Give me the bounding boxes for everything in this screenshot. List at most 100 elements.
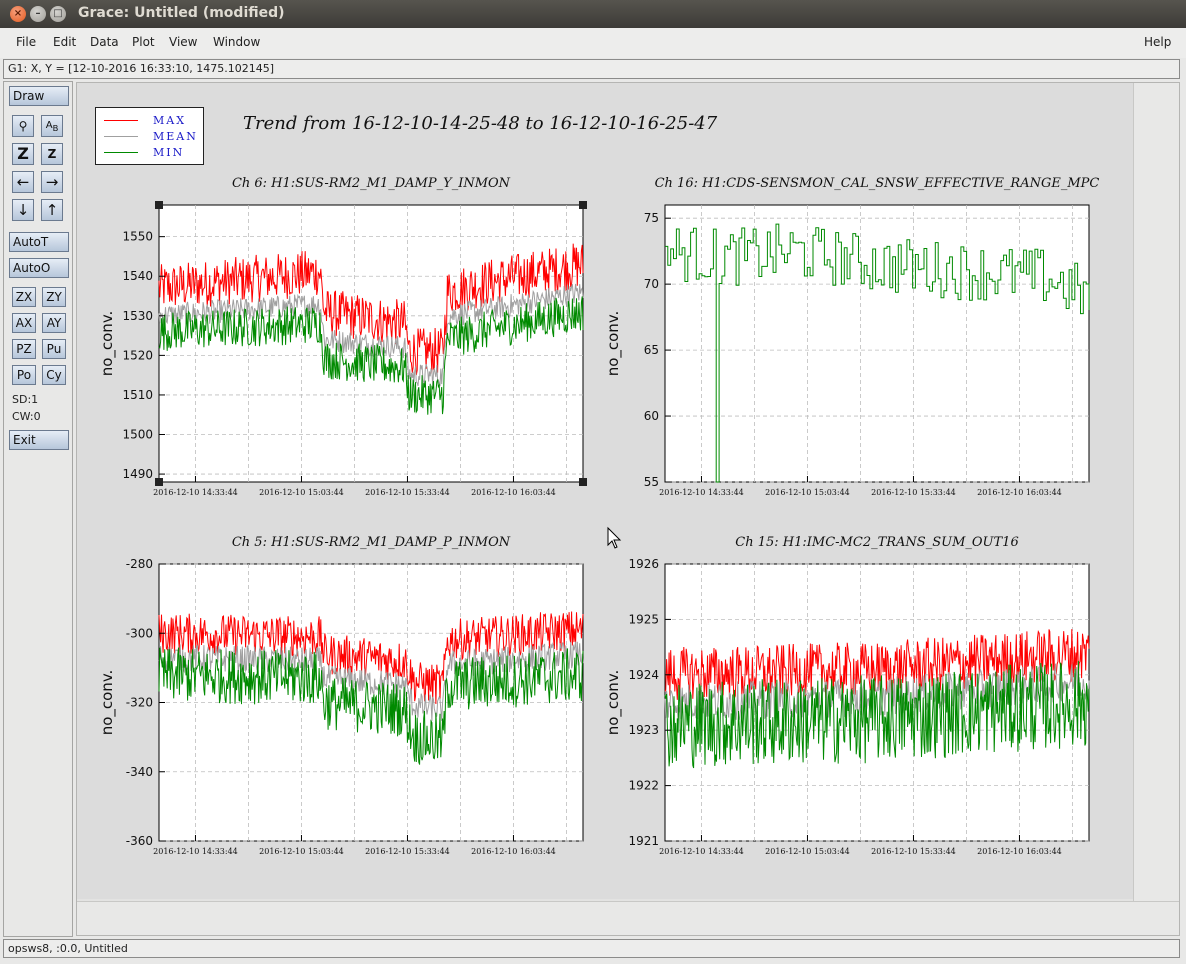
set-display-label: SD:1 xyxy=(12,393,39,406)
horizontal-scrollbar[interactable] xyxy=(77,901,1179,935)
menu-help[interactable]: Help xyxy=(1144,35,1171,49)
po-button[interactable]: Po xyxy=(12,365,36,385)
menu-data[interactable]: Data xyxy=(90,35,119,49)
chart-title: Ch 6: H1:SUS-RM2_M1_DAMP_Y_INMON xyxy=(232,176,511,191)
chart-panel-2: 55 60 65 70 75 2016-12-10 14:33:44 2016-12-10 … xyxy=(604,176,1099,497)
menu-window[interactable]: Window xyxy=(213,35,260,49)
window-title: Grace: Untitled (modified) xyxy=(78,5,285,21)
y-tick-label: -280 xyxy=(126,557,153,571)
y-axis-label: no_conv. xyxy=(604,311,623,377)
tool-panel: Draw ⚲ AB Z Z ← → ↓ ↑ AutoT AutoO ZX ZY … xyxy=(3,81,73,937)
chart-panel-4: 1921 1922 1923 1924 1925 1926 2016-12-10 14:33… xyxy=(604,535,1090,856)
menu-bar: File Edit Data Plot View Window Help xyxy=(0,28,1186,58)
x-tick-label: 2016-12-10 15:03:44 xyxy=(259,847,344,856)
x-tick-label: 2016-12-10 15:33:44 xyxy=(365,847,450,856)
y-tick-label: 55 xyxy=(644,475,659,489)
y-tick-label: 1490 xyxy=(122,467,153,481)
y-tick-label: 1923 xyxy=(628,723,659,737)
selection-handle xyxy=(155,478,163,486)
y-tick-label: 1925 xyxy=(628,612,659,626)
x-tick-label: 2016-12-10 16:03:44 xyxy=(471,488,556,497)
vertical-scrollbar[interactable] xyxy=(1133,83,1179,903)
window-titlebar: × – □ Grace: Untitled (modified) xyxy=(0,0,1186,28)
minimize-icon[interactable]: – xyxy=(30,6,46,22)
x-tick-label: 2016-12-10 16:03:44 xyxy=(471,847,556,856)
y-tick-label: -320 xyxy=(126,696,153,710)
x-tick-label: 2016-12-10 16:03:44 xyxy=(977,488,1062,497)
autoo-button[interactable]: AutoO xyxy=(9,258,69,278)
draw-button[interactable]: Draw xyxy=(9,86,69,106)
pu-button[interactable]: Pu xyxy=(42,339,66,359)
x-tick-label: 2016-12-10 15:03:44 xyxy=(259,488,344,497)
menu-view[interactable]: View xyxy=(169,35,197,49)
x-tick-label: 2016-12-10 14:33:44 xyxy=(153,488,238,497)
arrow-up-icon[interactable]: ↑ xyxy=(41,199,63,221)
selection-handle xyxy=(579,201,587,209)
y-tick-label: 1922 xyxy=(628,779,659,793)
plot-frame xyxy=(664,204,1090,483)
pz-button[interactable]: PZ xyxy=(12,339,36,359)
chart-title: Ch 16: H1:CDS-SENSMON_CAL_SNSW_EFFECTIVE… xyxy=(655,176,1100,191)
y-tick-label: 1924 xyxy=(628,668,659,682)
exit-button[interactable]: Exit xyxy=(9,430,69,450)
coordinate-readout: G1: X, Y = [12-10-2016 16:33:10, 1475.10… xyxy=(3,59,1180,79)
y-tick-label: 1510 xyxy=(122,388,153,402)
y-tick-label: 1926 xyxy=(628,557,659,571)
y-tick-label: 1550 xyxy=(122,230,153,244)
ay-button[interactable]: AY xyxy=(42,313,66,333)
zoom-button[interactable]: Z xyxy=(41,143,63,165)
y-tick-label: 1540 xyxy=(122,269,153,283)
selection-handle xyxy=(155,201,163,209)
zx-button[interactable]: ZX xyxy=(12,287,36,307)
chart-title: Ch 15: H1:IMC-MC2_TRANS_SUM_OUT16 xyxy=(735,535,1018,550)
zy-button[interactable]: ZY xyxy=(42,287,66,307)
menu-edit[interactable]: Edit xyxy=(53,35,76,49)
selection-handle xyxy=(579,478,587,486)
x-tick-label: 2016-12-10 15:03:44 xyxy=(765,488,850,497)
maximize-icon[interactable]: □ xyxy=(50,6,66,22)
y-tick-label: 1500 xyxy=(122,428,153,442)
status-bar: opsws8, :0.0, Untitled xyxy=(3,939,1180,958)
y-tick-label: -360 xyxy=(126,834,153,848)
plot-canvas-area[interactable]: MAX MEAN MIN Trend from 16-12-10-14-25-4… xyxy=(76,82,1180,936)
x-tick-label: 2016-12-10 15:03:44 xyxy=(765,847,850,856)
plot-canvas[interactable]: MAX MEAN MIN Trend from 16-12-10-14-25-4… xyxy=(77,83,1133,899)
menu-file[interactable]: File xyxy=(16,35,36,49)
y-tick-label: -300 xyxy=(126,626,153,640)
autot-button[interactable]: AutoT xyxy=(9,232,69,252)
menu-plot[interactable]: Plot xyxy=(132,35,155,49)
current-world-label: CW:0 xyxy=(12,410,41,423)
close-icon[interactable]: × xyxy=(10,6,26,22)
charts[interactable]: 1490 1500 1510 1520 1530 1540 1550 2016-12-10 1… xyxy=(77,83,1133,899)
y-tick-label: 60 xyxy=(644,409,659,423)
x-tick-label: 2016-12-10 16:03:44 xyxy=(977,847,1062,856)
text-tool-icon[interactable]: AB xyxy=(41,115,63,137)
zoom-icon[interactable]: ⚲ xyxy=(12,115,34,137)
mouse-cursor-icon xyxy=(607,526,622,549)
y-axis-label: no_conv. xyxy=(604,670,623,736)
x-tick-label: 2016-12-10 15:33:44 xyxy=(871,488,956,497)
x-tick-label: 2016-12-10 15:33:44 xyxy=(871,847,956,856)
x-tick-label: 2016-12-10 14:33:44 xyxy=(153,847,238,856)
y-tick-label: -340 xyxy=(126,765,153,779)
y-tick-label: 65 xyxy=(644,343,659,357)
y-tick-label: 70 xyxy=(644,277,659,291)
y-tick-label: 75 xyxy=(644,211,659,225)
y-axis-label: no_conv. xyxy=(98,670,117,736)
arrow-down-icon[interactable]: ↓ xyxy=(12,199,34,221)
chart-title: Ch 5: H1:SUS-RM2_M1_DAMP_P_INMON xyxy=(232,535,511,550)
plot-frame xyxy=(158,204,584,483)
ax-button[interactable]: AX xyxy=(12,313,36,333)
chart-panel-3: -280 -300 -320 -340 -3602016-12-10 14:33:44 2… xyxy=(98,535,584,856)
arrow-left-icon[interactable]: ← xyxy=(12,171,34,193)
x-tick-label: 2016-12-10 15:33:44 xyxy=(365,488,450,497)
cy-button[interactable]: Cy xyxy=(42,365,66,385)
y-tick-label: 1530 xyxy=(122,309,153,323)
y-tick-label: 1921 xyxy=(628,834,659,848)
zoom-full-icon[interactable]: Z xyxy=(12,143,34,165)
arrow-right-icon[interactable]: → xyxy=(41,171,63,193)
y-axis-label: no_conv. xyxy=(98,311,117,377)
chart-panel-1: 1490 1500 1510 1520 1530 1540 1550 2016-12-10 1… xyxy=(98,176,584,497)
y-tick-label: 1520 xyxy=(122,348,153,362)
x-tick-label: 2016-12-10 14:33:44 xyxy=(659,488,744,497)
